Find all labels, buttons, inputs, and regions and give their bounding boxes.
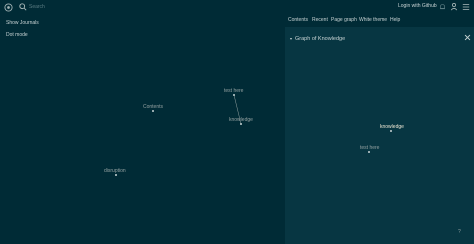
top-bar: Login with Github <box>0 0 474 14</box>
search-icon[interactable] <box>19 3 27 11</box>
tab-help[interactable]: Help <box>390 17 400 23</box>
graph-node[interactable] <box>240 123 242 125</box>
show-journals-option[interactable]: Show Journals <box>6 20 39 26</box>
menu-icon[interactable] <box>462 3 470 11</box>
right-sidebar: Contents Recent Page graph White theme H… <box>285 14 474 244</box>
sidebar-graph-node[interactable] <box>390 130 392 132</box>
close-icon[interactable] <box>464 34 471 41</box>
sidebar-graph-node-label[interactable]: test here <box>360 145 379 151</box>
login-github-link[interactable]: Login with Github <box>398 3 437 9</box>
logo-icon[interactable] <box>4 3 13 12</box>
graph-panel-header[interactable]: Graph of Knowledge <box>290 36 345 42</box>
caret-down-icon[interactable] <box>290 37 292 40</box>
sidebar-graph-node[interactable] <box>368 151 370 153</box>
tab-page-graph[interactable]: Page graph <box>331 17 357 23</box>
tab-contents[interactable]: Contents <box>288 17 308 23</box>
graph-node[interactable] <box>233 94 235 96</box>
tab-white-theme[interactable]: White theme <box>359 17 387 23</box>
tab-recent[interactable]: Recent <box>312 17 328 23</box>
graph-node[interactable] <box>152 110 154 112</box>
panel-title: Graph of Knowledge <box>295 36 346 42</box>
graph-node[interactable] <box>115 174 117 176</box>
search-input[interactable] <box>29 2 149 12</box>
help-icon[interactable]: ? <box>458 229 461 235</box>
sidebar-tabs: Contents Recent Page graph White theme H… <box>285 14 474 27</box>
dot-mode-option[interactable]: Dot mode <box>6 32 28 38</box>
bell-icon[interactable] <box>439 3 446 11</box>
sidebar-graph-node-label[interactable]: knowledge <box>380 124 404 130</box>
user-icon[interactable] <box>450 2 458 11</box>
